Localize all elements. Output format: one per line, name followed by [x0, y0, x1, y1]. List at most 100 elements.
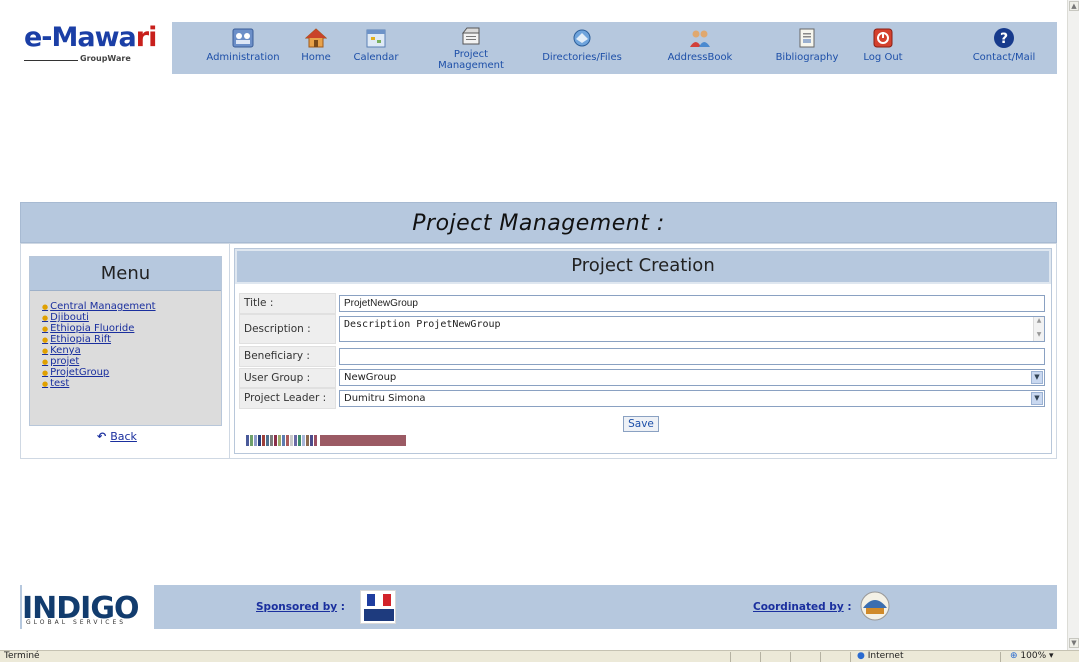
main-navigation: Administration Home Calendar Project Man… — [172, 22, 1057, 74]
menu-item-test[interactable]: ● test — [42, 378, 221, 389]
bullet-icon: ● — [42, 380, 49, 388]
nav-calendar[interactable]: Calendar — [348, 22, 404, 74]
title-label: Title : — [239, 293, 336, 314]
save-row: Save — [623, 416, 659, 432]
menu-item-ethiopia-rift[interactable]: ● Ethiopia Rift — [42, 334, 221, 345]
menu-item-central-management[interactable]: ● Central Management — [42, 301, 221, 312]
scroll-up-icon[interactable]: ▲ — [1034, 317, 1044, 325]
zoom-icon: ⊕ — [1010, 651, 1018, 661]
project-leader-value: Dumitru Simona — [344, 393, 426, 404]
globe-icon: ● — [857, 651, 865, 661]
color-swatch — [246, 435, 249, 446]
header: e-Mawari GroupWare Administration Home C… — [20, 22, 1057, 74]
nav-administration[interactable]: Administration — [202, 22, 284, 74]
description-scrollbar[interactable]: ▲ ▼ — [1033, 317, 1044, 341]
back-link[interactable]: ↶ Back — [97, 430, 137, 443]
nav-home[interactable]: Home — [296, 22, 336, 74]
zoom-level: 100% — [1020, 651, 1047, 661]
back-label: Back — [110, 430, 137, 443]
status-separator — [1000, 652, 1001, 662]
nav-logout[interactable]: Log Out — [860, 22, 906, 74]
zoom-control[interactable]: ⊕ 100% ▾ — [1010, 651, 1054, 662]
color-swatch-bar — [246, 435, 407, 446]
nav-label: Contact/Mail — [972, 52, 1036, 63]
menu-item-label: Kenya — [50, 345, 81, 356]
status-separator — [790, 652, 791, 662]
title-row: Title : — [239, 293, 1045, 314]
ministry-flag-logo[interactable] — [360, 590, 396, 624]
bibliography-icon — [799, 28, 815, 48]
nav-project-management[interactable]: Project Management — [436, 22, 506, 74]
addressbook-icon — [690, 30, 710, 47]
color-swatch — [282, 435, 285, 446]
scroll-up-icon[interactable]: ▲ — [1069, 1, 1079, 11]
description-textarea[interactable] — [339, 316, 1045, 342]
vertical-scrollbar[interactable]: ▲ ▼ — [1067, 0, 1079, 650]
project-leader-select[interactable]: Dumitru Simona ▼ — [339, 390, 1045, 407]
page-title: Project Management : — [412, 211, 665, 236]
nav-label: Directories/Files — [542, 52, 622, 63]
content-area: Menu ● Central Management ● Djibouti ● Ethi… — [20, 243, 1057, 459]
logo-text: e-Mawa — [24, 22, 137, 53]
menu-item-projet[interactable]: ● projet — [42, 356, 221, 367]
project-creation-panel: Project Creation Title : Description : ▲… — [234, 248, 1052, 454]
status-bar: Terminé ● Internet ⊕ 100% ▾ — [0, 650, 1079, 662]
status-separator — [760, 652, 761, 662]
bullet-icon: ● — [42, 347, 49, 355]
app-logo[interactable]: e-Mawari GroupWare — [20, 22, 172, 74]
menu-box: Menu ● Central Management ● Djibouti ● Ethi… — [29, 256, 222, 426]
nav-label: Home — [301, 52, 331, 63]
beneficiary-row: Beneficiary : — [239, 346, 1045, 367]
nav-contact-mail[interactable]: ? Contact/Mail — [970, 22, 1038, 74]
color-swatch-long — [320, 435, 406, 446]
menu-item-djibouti[interactable]: ● Djibouti — [42, 312, 221, 323]
menu-title: Menu — [30, 257, 221, 291]
menu-item-ethiopia-fluoride[interactable]: ● Ethiopia Fluoride — [42, 323, 221, 334]
menu-item-projetgroup[interactable]: ● ProjetGroup — [42, 367, 221, 378]
color-swatch — [306, 435, 309, 446]
scroll-down-icon[interactable]: ▼ — [1069, 638, 1079, 648]
browser-page: { "app": { "logo_text_prefix": "e-Mawa",… — [0, 0, 1079, 662]
user-group-row: User Group : NewGroup ▼ — [239, 368, 1045, 388]
form-title: Project Creation — [235, 249, 1051, 284]
bullet-icon: ● — [42, 303, 49, 311]
nav-addressbook[interactable]: AddressBook — [658, 22, 742, 74]
title-input[interactable] — [339, 295, 1045, 312]
user-group-select[interactable]: NewGroup ▼ — [339, 369, 1045, 386]
menu-item-label: test — [50, 378, 70, 389]
directories-icon — [573, 29, 591, 47]
menu-item-label: Ethiopia Rift — [50, 334, 112, 345]
sponsored-by: Sponsored by : — [256, 601, 345, 613]
calendar-icon — [366, 29, 386, 48]
color-swatch — [286, 435, 289, 446]
logo-underline — [24, 60, 78, 61]
color-swatch — [302, 435, 305, 446]
svg-text:?: ? — [1000, 31, 1008, 47]
menu-list: ● Central Management ● Djibouti ● Ethiopia … — [30, 291, 221, 389]
logo-subtitle: GroupWare — [80, 54, 131, 63]
beneficiary-input[interactable] — [339, 348, 1045, 365]
chevron-down-icon[interactable]: ▼ — [1031, 392, 1043, 405]
description-label: Description : — [239, 314, 336, 344]
nav-bibliography[interactable]: Bibliography — [768, 22, 846, 74]
sponsored-by-link[interactable]: Sponsored by — [256, 601, 337, 613]
status-separator — [820, 652, 821, 662]
status-separator — [850, 652, 851, 662]
color-swatch — [310, 435, 313, 446]
coordinator-logo[interactable] — [858, 590, 892, 622]
left-panel: Menu ● Central Management ● Djibouti ● Ethi… — [21, 244, 230, 458]
color-swatch — [274, 435, 277, 446]
nav-directories-files[interactable]: Directories/Files — [530, 22, 634, 74]
chevron-down-icon[interactable]: ▼ — [1031, 371, 1043, 384]
page-title-band: Project Management : — [20, 202, 1057, 243]
indigo-logo: INDIGO GLOBAL SERVICES — [22, 585, 154, 629]
footer: INDIGO GLOBAL SERVICES Sponsored by : Co… — [20, 585, 1057, 629]
menu-item-kenya[interactable]: ● Kenya — [42, 345, 221, 356]
save-button[interactable]: Save — [623, 416, 659, 432]
nav-label: Project Management — [438, 49, 504, 71]
bullet-icon: ● — [42, 325, 49, 333]
project-management-icon — [461, 27, 480, 45]
coordinated-by-link[interactable]: Coordinated by — [753, 601, 844, 613]
chevron-down-icon[interactable]: ▾ — [1049, 651, 1054, 661]
scroll-down-icon[interactable]: ▼ — [1034, 331, 1044, 339]
